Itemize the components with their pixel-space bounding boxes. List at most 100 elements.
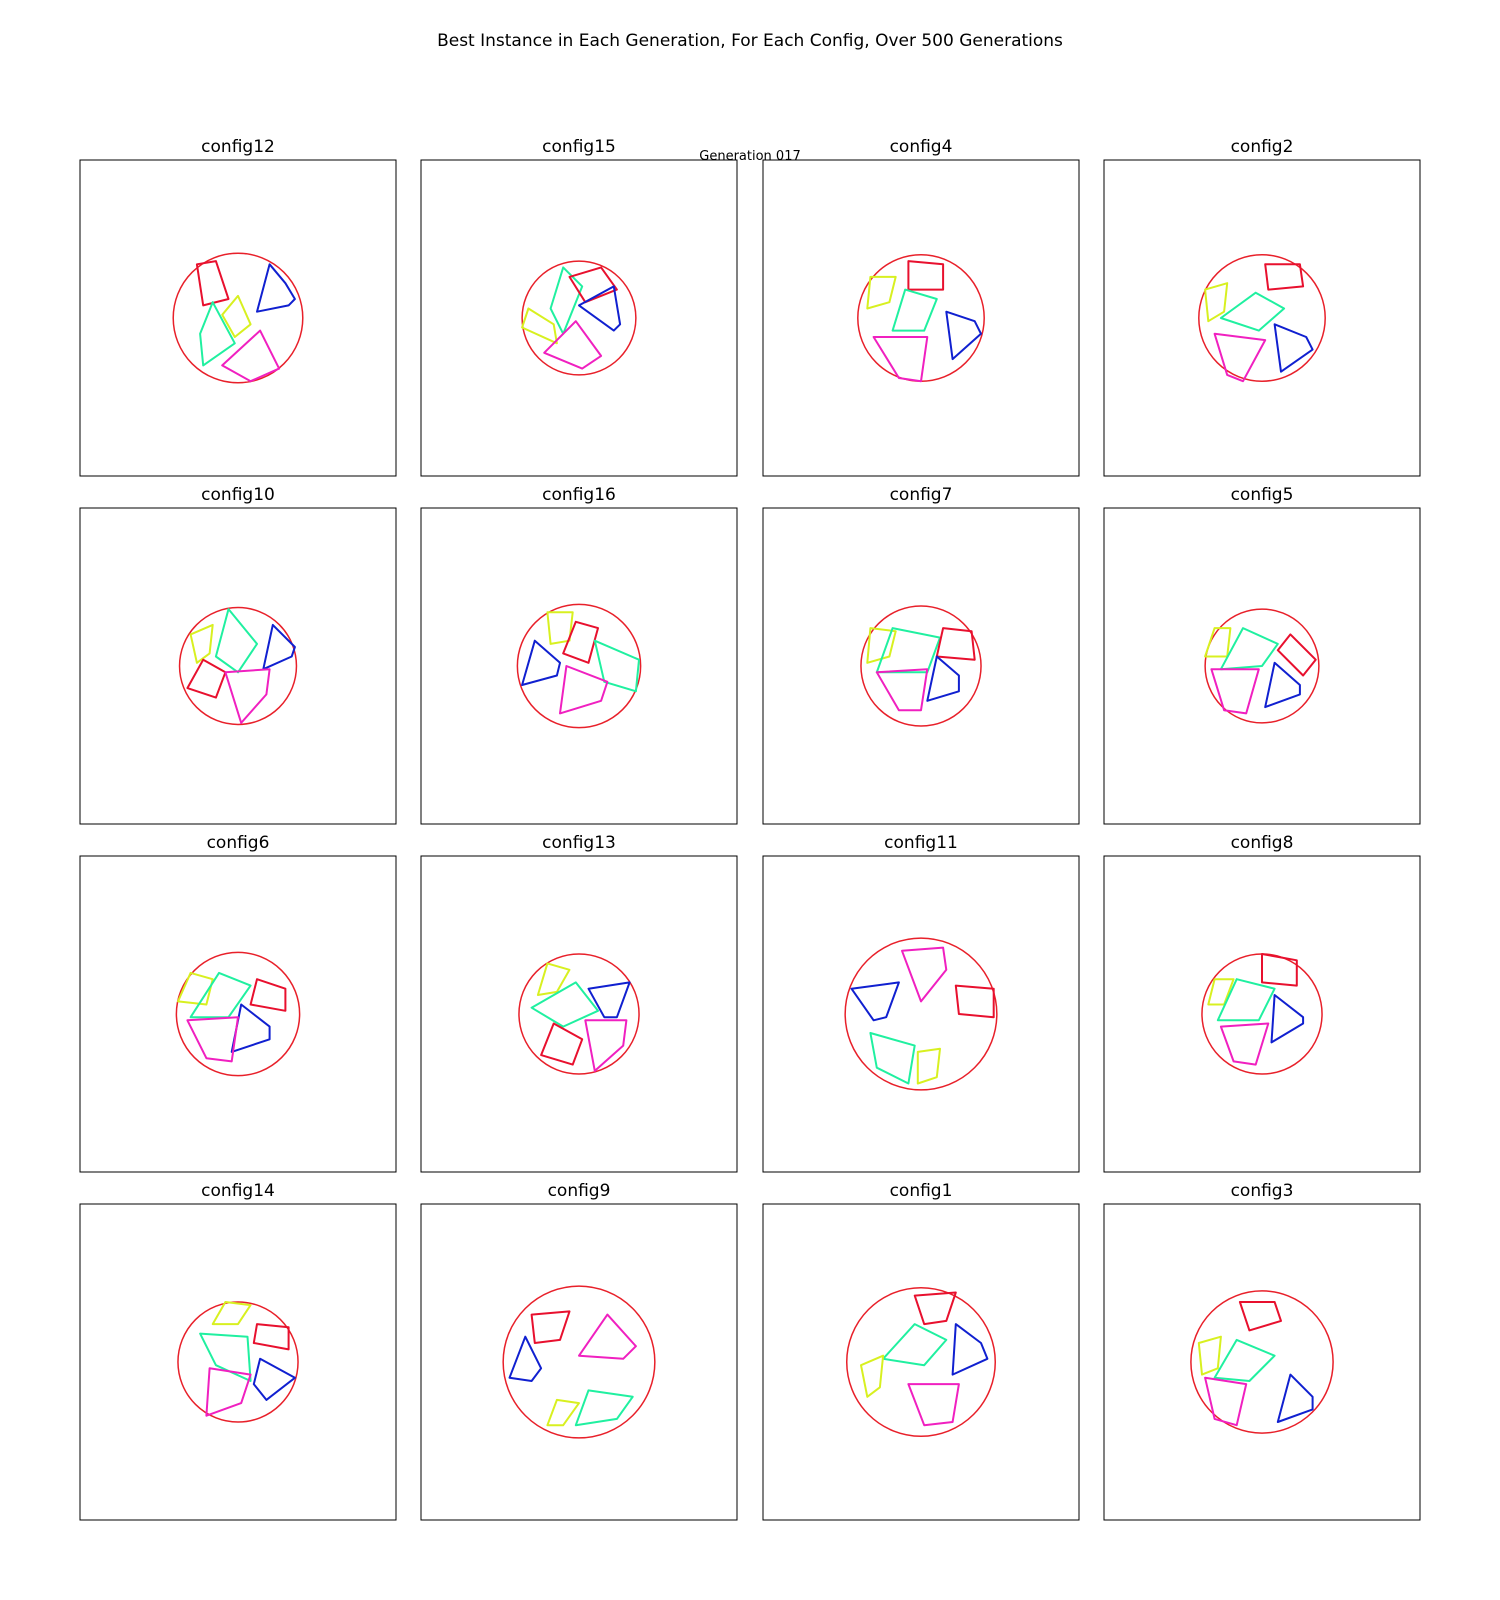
yellow-polygon bbox=[221, 294, 252, 338]
magenta-polygon bbox=[205, 1367, 252, 1417]
panel-title: config11 bbox=[884, 833, 958, 853]
red-polygon bbox=[1238, 1301, 1282, 1332]
panel-grid: config12 config15 config4 config2 config10 co… bbox=[79, 137, 1421, 1521]
figure-canvas: Best Instance in Each Generation, For Ea… bbox=[79, 31, 1421, 1521]
panel-config16: config16 bbox=[420, 485, 738, 825]
magenta-polygon bbox=[578, 1313, 637, 1360]
blue-polygon bbox=[945, 310, 982, 361]
yellow-polygon bbox=[546, 1398, 580, 1427]
panel-title: config2 bbox=[1231, 137, 1294, 157]
panel-config4: config4 bbox=[762, 137, 1080, 477]
red-polygon bbox=[249, 978, 287, 1012]
panel-frame bbox=[420, 1203, 738, 1521]
panel-config14: config14 bbox=[79, 1181, 397, 1521]
yellow-polygon bbox=[860, 1354, 885, 1398]
magenta-polygon bbox=[907, 1383, 960, 1427]
panel-title: config1 bbox=[890, 1181, 953, 1201]
panel-config6: config6 bbox=[79, 833, 397, 1173]
red-polygon bbox=[186, 658, 227, 699]
yellow-polygon bbox=[916, 1047, 941, 1085]
panel-title: config10 bbox=[201, 485, 275, 505]
red-polygon bbox=[540, 1022, 584, 1066]
panel-title: config6 bbox=[207, 833, 270, 853]
panel-config7: config7 bbox=[762, 485, 1080, 825]
green-polygon bbox=[199, 301, 236, 367]
panel-title: config15 bbox=[542, 137, 616, 157]
panel-frame bbox=[762, 507, 1080, 825]
generation-label: Generation 017 bbox=[699, 149, 800, 164]
red-polygon bbox=[252, 1323, 290, 1351]
container-circle bbox=[518, 953, 640, 1075]
red-polygon bbox=[1261, 953, 1298, 987]
blue-polygon bbox=[951, 1323, 989, 1376]
green-polygon bbox=[1216, 978, 1276, 1022]
panel-frame bbox=[762, 159, 1080, 477]
magenta-polygon bbox=[872, 336, 929, 383]
panel-frame bbox=[79, 1203, 397, 1521]
panel-config1: config1 bbox=[762, 1181, 1080, 1521]
panel-config15: config15 bbox=[420, 137, 738, 477]
panel-config12: config12 bbox=[79, 137, 397, 477]
green-polygon bbox=[189, 971, 252, 1019]
panel-frame bbox=[1103, 1203, 1421, 1521]
blue-polygon bbox=[521, 639, 561, 686]
magenta-polygon bbox=[1204, 1376, 1248, 1427]
blue-polygon bbox=[1276, 1373, 1314, 1423]
yellow-polygon bbox=[1204, 627, 1232, 658]
panel-title: config13 bbox=[542, 833, 616, 853]
green-polygon bbox=[214, 608, 258, 674]
panel-frame bbox=[1103, 159, 1421, 477]
red-polygon bbox=[935, 627, 976, 661]
red-polygon bbox=[913, 1291, 957, 1326]
panel-frame bbox=[79, 507, 397, 825]
container-circle bbox=[172, 252, 304, 384]
magenta-polygon bbox=[875, 668, 929, 712]
panel-title: config7 bbox=[890, 485, 953, 505]
container-circle bbox=[1198, 254, 1326, 382]
panel-frame bbox=[79, 159, 397, 477]
panel-frame bbox=[762, 1203, 1080, 1521]
blue-polygon bbox=[262, 623, 296, 671]
blue-polygon bbox=[850, 981, 900, 1022]
panel-config8: config8 bbox=[1103, 833, 1421, 1173]
panel-title: config5 bbox=[1231, 485, 1294, 505]
panel-config2: config2 bbox=[1103, 137, 1421, 477]
yellow-polygon bbox=[536, 962, 571, 996]
yellow-polygon bbox=[521, 307, 558, 345]
green-polygon bbox=[1213, 1338, 1276, 1382]
green-polygon bbox=[875, 627, 941, 674]
magenta-polygon bbox=[1210, 668, 1260, 715]
red-polygon bbox=[195, 260, 230, 307]
red-polygon bbox=[907, 260, 945, 291]
magenta-polygon bbox=[559, 665, 609, 715]
panel-frame bbox=[762, 855, 1080, 1173]
blue-polygon bbox=[1270, 994, 1305, 1044]
panel-config9: config9 bbox=[420, 1181, 738, 1521]
blue-polygon bbox=[926, 655, 960, 702]
yellow-polygon bbox=[189, 623, 214, 664]
container-circle bbox=[178, 606, 298, 726]
container-circle bbox=[844, 937, 998, 1091]
yellow-polygon bbox=[1197, 1335, 1222, 1376]
panel-title: config16 bbox=[542, 485, 616, 505]
panel-title: config12 bbox=[201, 137, 275, 157]
panel-title: config3 bbox=[1231, 1181, 1294, 1201]
figure-title: Best Instance in Each Generation, For Ea… bbox=[437, 31, 1063, 51]
green-polygon bbox=[593, 639, 640, 693]
magenta-polygon bbox=[1213, 332, 1267, 383]
red-polygon bbox=[530, 1310, 571, 1344]
panel-title: config4 bbox=[890, 137, 953, 157]
blue-polygon bbox=[578, 285, 622, 332]
panel-config3: config3 bbox=[1103, 1181, 1421, 1521]
panel-frame bbox=[420, 159, 738, 477]
blue-polygon bbox=[256, 263, 296, 313]
blue-polygon bbox=[1264, 661, 1301, 709]
magenta-polygon bbox=[1219, 1022, 1270, 1066]
blue-polygon bbox=[1273, 323, 1314, 373]
panel-config13: config13 bbox=[420, 833, 738, 1173]
panel-title: config14 bbox=[201, 1181, 275, 1201]
panel-config10: config10 bbox=[79, 485, 397, 825]
panel-frame bbox=[420, 507, 738, 825]
yellow-polygon bbox=[177, 971, 214, 1006]
red-polygon bbox=[1264, 263, 1305, 291]
